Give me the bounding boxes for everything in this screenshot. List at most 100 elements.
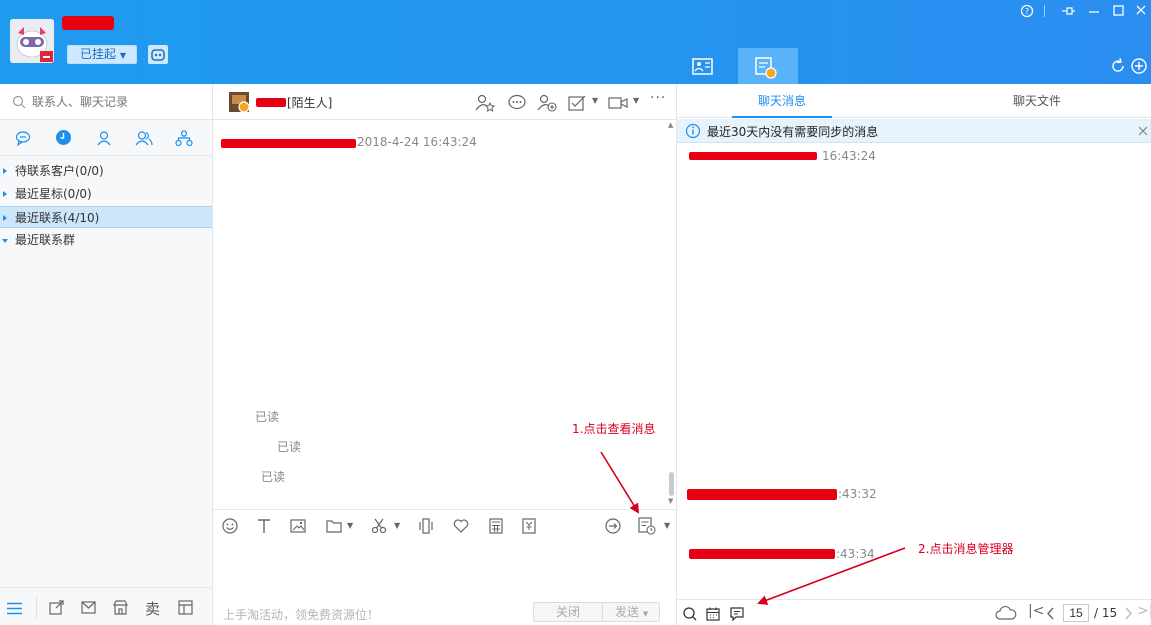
group-icon[interactable]: [135, 130, 153, 146]
sidebar-item-recent[interactable]: 最近联系(4/10): [0, 206, 212, 228]
calendar-icon[interactable]: [705, 606, 721, 622]
sidebar-item-pending[interactable]: 待联系客户(0/0): [0, 160, 212, 182]
read-receipt: 已读: [255, 410, 280, 424]
transfer-icon[interactable]: [604, 517, 622, 535]
clock-icon[interactable]: [55, 129, 72, 146]
sidebar-item-label: 待联系客户(0/0): [15, 164, 104, 178]
sync-notice-bar: 最近30天内没有需要同步的消息: [677, 119, 1151, 143]
cloud-icon[interactable]: [995, 605, 1017, 622]
search-icon: [12, 95, 26, 109]
sell-icon[interactable]: 卖: [145, 598, 160, 619]
chat-filter-icon[interactable]: [729, 606, 745, 622]
video-dropdown-arrow-icon[interactable]: ▼: [633, 96, 639, 105]
message-manager-tab[interactable]: [738, 48, 798, 84]
contact-avatar[interactable]: [229, 92, 249, 112]
chat-header: [陌生人] ▼ ▼ ···: [213, 84, 676, 120]
close-notice-icon[interactable]: [1137, 125, 1149, 137]
heart-icon[interactable]: [452, 517, 470, 535]
robot-icon[interactable]: [148, 45, 168, 64]
status-label: 已挂起: [80, 47, 117, 61]
sender-redacted: [687, 489, 837, 500]
pin-icon[interactable]: [1057, 2, 1079, 20]
search-icon[interactable]: [682, 606, 698, 622]
sidebar-item-starred[interactable]: 最近星标(0/0): [0, 183, 212, 205]
image-icon[interactable]: [289, 517, 307, 535]
sender-redacted: [689, 152, 817, 160]
close-icon[interactable]: [1130, 2, 1151, 20]
org-icon[interactable]: [175, 130, 193, 147]
scroll-up-icon[interactable]: ▲: [668, 121, 673, 129]
more-options-icon[interactable]: ···: [650, 90, 666, 106]
shake-icon[interactable]: [417, 517, 435, 535]
search-bar[interactable]: [0, 84, 212, 120]
avatar[interactable]: [10, 19, 54, 63]
menu-icon[interactable]: [6, 602, 23, 615]
next-page-icon[interactable]: [1123, 607, 1133, 620]
refresh-icon[interactable]: [1108, 56, 1128, 76]
share-icon[interactable]: [48, 599, 65, 616]
chat-bubble-icon[interactable]: [15, 130, 31, 146]
message-time: :43:34: [836, 547, 875, 561]
chat-more-icon[interactable]: [507, 94, 527, 112]
mail-icon[interactable]: [80, 599, 97, 616]
scrollbar-thumb[interactable]: [669, 472, 674, 496]
sidebar-item-label: 最近联系(4/10): [15, 211, 100, 225]
message-area: 2018-4-24 16:43:24 已读 已读 已读 ▲ ▼: [213, 121, 676, 508]
help-icon[interactable]: ?: [1016, 2, 1038, 20]
scroll-down-icon[interactable]: ▼: [668, 497, 673, 505]
sidebar-tabs: [0, 120, 212, 156]
calculator-icon[interactable]: [487, 517, 505, 535]
screenshot-dropdown-arrow-icon[interactable]: ▼: [394, 521, 400, 530]
sidebar-bottom-bar: 卖: [0, 587, 212, 625]
view-messages-dropdown-arrow-icon[interactable]: ▼: [664, 521, 670, 530]
contact-card-icon[interactable]: [677, 48, 729, 84]
send-button[interactable]: 发送 ▼: [602, 602, 660, 622]
add-friend-icon[interactable]: [537, 94, 557, 112]
task-dropdown-arrow-icon[interactable]: ▼: [592, 96, 598, 105]
minimize-icon[interactable]: [1083, 2, 1105, 20]
promo-link[interactable]: 上手淘活动，领免费资源位！: [223, 606, 379, 623]
chat-scrollbar[interactable]: ▲ ▼: [666, 121, 676, 508]
svg-text:?: ?: [1025, 7, 1029, 16]
page-number-input[interactable]: [1063, 604, 1089, 622]
message-manager-icon: [755, 57, 777, 79]
view-messages-icon[interactable]: [637, 516, 657, 536]
username-redacted: [62, 16, 114, 30]
store-icon[interactable]: [112, 599, 129, 616]
video-call-icon[interactable]: [607, 94, 629, 112]
sidebar: 待联系客户(0/0) 最近星标(0/0) 最近联系(4/10) 最近联系群 卖: [0, 84, 213, 625]
user-icon[interactable]: [96, 130, 112, 146]
layout-icon[interactable]: [177, 599, 194, 616]
sidebar-item-recent-groups[interactable]: 最近联系群: [0, 229, 212, 251]
folder-dropdown-arrow-icon[interactable]: ▼: [347, 521, 353, 530]
message-input[interactable]: [213, 542, 676, 594]
message-manager-panel: 聊天消息 聊天文件 最近30天内没有需要同步的消息 16:43:24 :43:3…: [677, 84, 1151, 625]
page-total: / 15: [1094, 606, 1118, 620]
task-icon[interactable]: [567, 94, 587, 112]
scissors-icon[interactable]: [370, 517, 388, 535]
message-manager-footer: |< / 15 >|: [677, 599, 1151, 625]
add-star-contact-icon[interactable]: [475, 94, 495, 112]
add-icon[interactable]: [1129, 56, 1149, 76]
message-manager-tabs: 聊天消息 聊天文件: [677, 84, 1151, 118]
maximize-icon[interactable]: [1107, 2, 1129, 20]
tab-chat-messages[interactable]: 聊天消息: [732, 84, 832, 118]
prev-page-icon[interactable]: [1046, 607, 1056, 620]
font-icon[interactable]: [255, 517, 273, 535]
emoji-icon[interactable]: [221, 517, 239, 535]
expand-arrow-icon: [3, 191, 7, 197]
coupon-icon[interactable]: [520, 517, 538, 535]
tab-chat-files[interactable]: 聊天文件: [987, 84, 1087, 118]
divider: [1044, 5, 1045, 17]
folder-icon[interactable]: [325, 517, 343, 535]
annotation-step2: 2.点击消息管理器: [918, 542, 1014, 556]
search-input[interactable]: [32, 92, 202, 112]
close-chat-button[interactable]: 关闭: [533, 602, 603, 622]
expand-arrow-icon: [3, 215, 7, 221]
last-page-icon[interactable]: >|: [1137, 603, 1151, 619]
chat-panel: [陌生人] ▼ ▼ ··· 2018-4-24 16:43:24 已读 已读 已…: [213, 84, 677, 625]
status-dropdown[interactable]: 已挂起 ▼: [67, 45, 137, 64]
send-button-label: 发送: [615, 605, 640, 619]
first-page-icon[interactable]: |<: [1028, 603, 1044, 619]
expand-arrow-icon: [3, 168, 7, 174]
